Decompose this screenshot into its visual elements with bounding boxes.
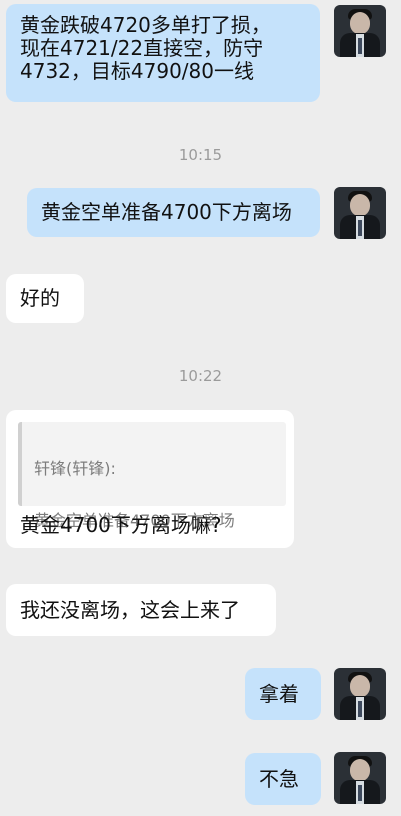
avatar[interactable] xyxy=(334,5,386,57)
message-bubble-outgoing[interactable]: 黄金空单准备4700下方离场 xyxy=(27,188,320,237)
chat-area: 黄金跌破4720多单打了损， 现在4721/22直接空，防守 4732，目标47… xyxy=(0,0,401,816)
quoted-message[interactable]: 轩锋(轩锋): 黄金空单准备4700下方离场 xyxy=(18,422,286,530)
message-bubble-incoming[interactable]: 好的 xyxy=(6,274,84,323)
avatar[interactable] xyxy=(334,752,386,804)
message-bubble-outgoing[interactable]: 不急 xyxy=(245,753,321,805)
message-bubble-incoming-reply[interactable]: 轩锋(轩锋): 黄金空单准备4700下方离场 黄金4700下方离场嘛? xyxy=(6,410,294,548)
avatar[interactable] xyxy=(334,668,386,720)
message-bubble-outgoing[interactable]: 黄金跌破4720多单打了损， 现在4721/22直接空，防守 4732，目标47… xyxy=(6,4,320,102)
quoted-author: 轩锋(轩锋): xyxy=(34,459,116,478)
avatar[interactable] xyxy=(334,187,386,239)
timestamp: 10:22 xyxy=(178,367,223,385)
timestamp: 10:15 xyxy=(178,146,223,164)
message-bubble-incoming[interactable]: 我还没离场，这会上来了 xyxy=(6,584,276,636)
message-bubble-outgoing[interactable]: 拿着 xyxy=(245,668,321,720)
reply-text: 黄金4700下方离场嘛? xyxy=(20,513,222,537)
